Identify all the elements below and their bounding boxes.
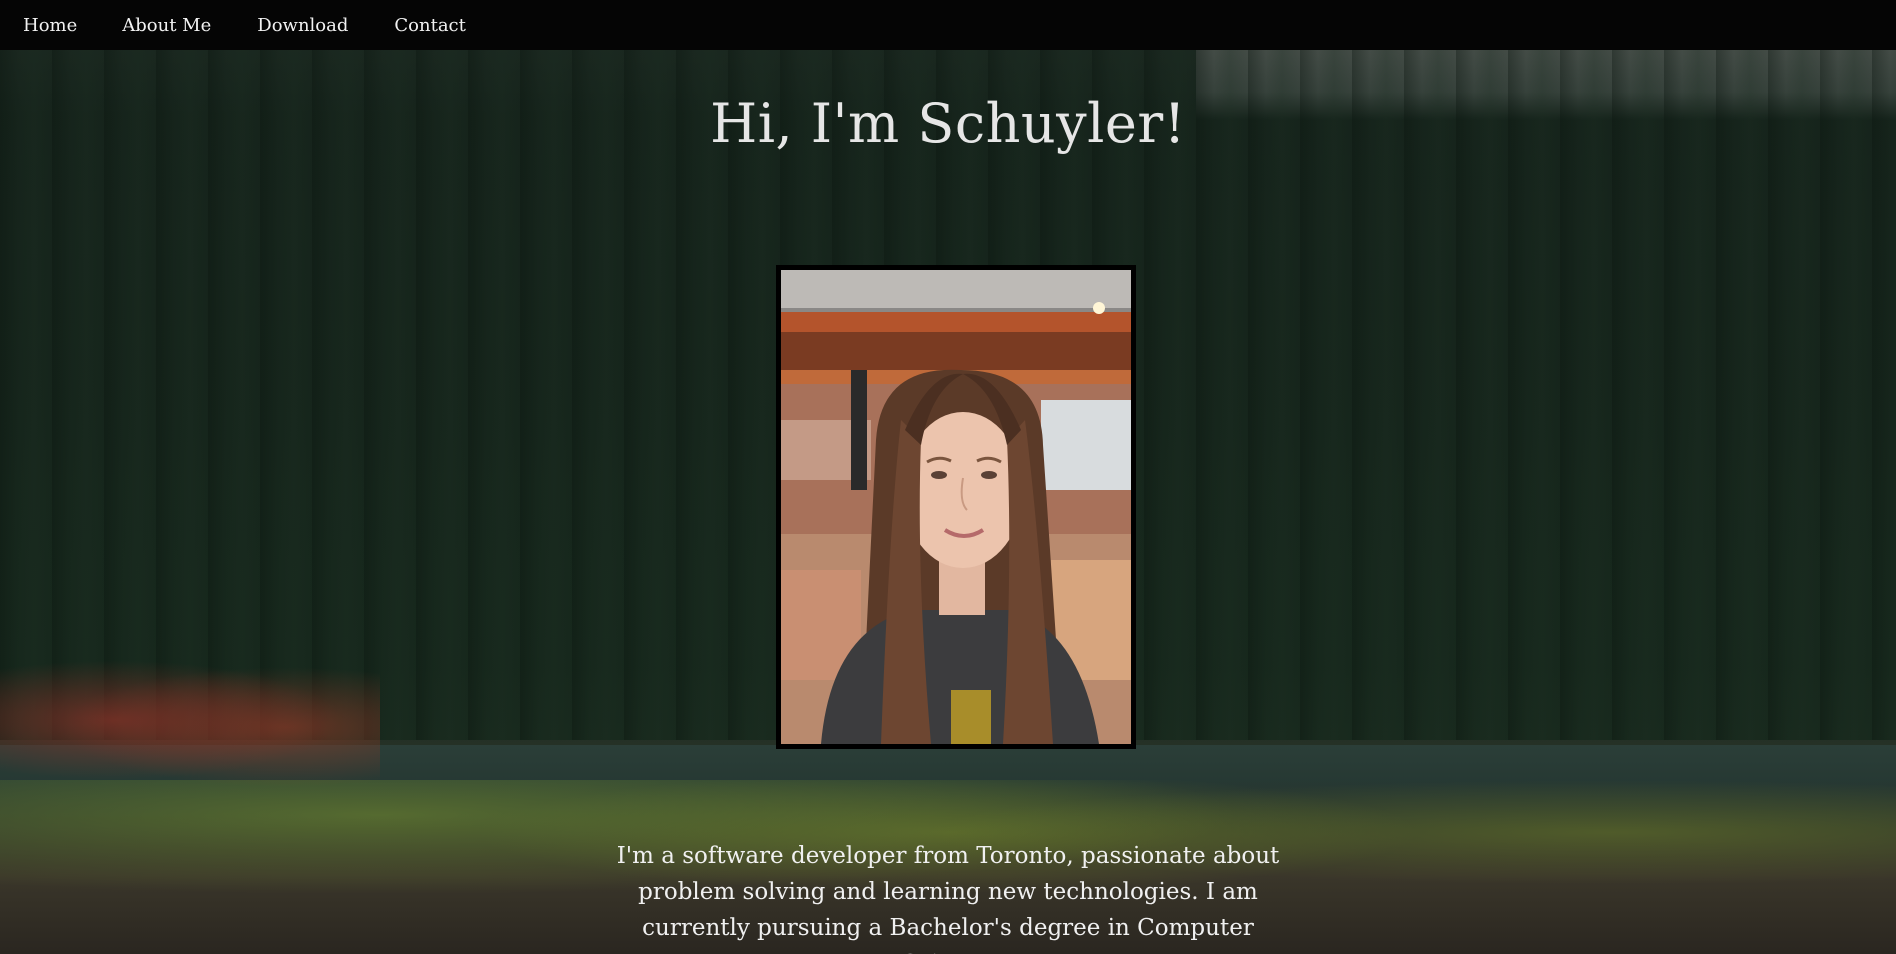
page: Home About Me Download Contact Hi, I'm S… bbox=[0, 0, 1896, 954]
nav-contact-link[interactable]: Contact bbox=[394, 15, 465, 36]
red-shrubs bbox=[0, 650, 380, 790]
profile-photo bbox=[776, 265, 1136, 749]
bio-text: I'm a software developer from Toronto, p… bbox=[616, 843, 1280, 954]
nav-home-link[interactable]: Home bbox=[23, 15, 77, 36]
nav-about-link[interactable]: About Me bbox=[122, 15, 211, 36]
top-navbar: Home About Me Download Contact bbox=[0, 0, 1896, 50]
profile-photo-image bbox=[781, 270, 1131, 744]
nav-download-link[interactable]: Download bbox=[257, 15, 348, 36]
hero-title: Hi, I'm Schuyler! bbox=[710, 92, 1186, 155]
